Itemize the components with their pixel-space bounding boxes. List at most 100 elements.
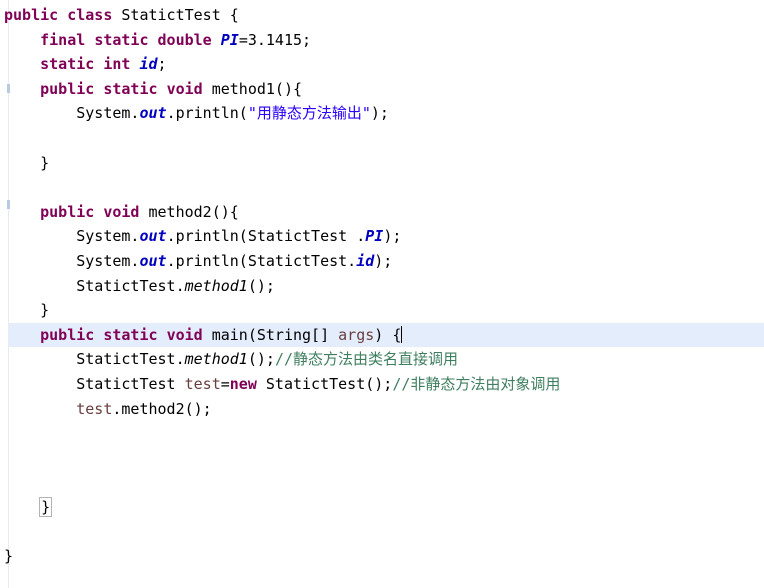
code-token: class bbox=[67, 6, 113, 24]
code-token: StatictTest bbox=[121, 6, 221, 24]
code-line[interactable]: System.out.println("用静态方法输出"); bbox=[0, 101, 764, 126]
code-line[interactable] bbox=[0, 175, 764, 200]
code-token: ); bbox=[370, 104, 389, 123]
code-token: .println(StatictTest. bbox=[166, 251, 357, 270]
code-token: 3.1415 bbox=[247, 30, 303, 49]
code-token: id bbox=[356, 251, 375, 270]
code-line[interactable]: final static double PI=3.1415; bbox=[0, 28, 764, 53]
code-token: } bbox=[4, 547, 14, 566]
code-token: .method2(); bbox=[112, 399, 212, 418]
code-token: StatictTest bbox=[76, 374, 185, 393]
code-editor[interactable]: public class StatictTest { final static … bbox=[0, 0, 764, 588]
code-token: System. bbox=[76, 227, 140, 246]
code-token: double bbox=[157, 30, 212, 49]
code-line[interactable] bbox=[0, 421, 764, 446]
code-line[interactable]: test.method2(); bbox=[0, 397, 764, 422]
code-line[interactable]: StatictTest.method1();//静态方法由类名直接调用 bbox=[0, 347, 764, 372]
code-token: method1 bbox=[184, 276, 248, 295]
code-token: ; bbox=[302, 30, 312, 49]
code-token: out bbox=[139, 227, 167, 246]
code-line[interactable]: } bbox=[0, 151, 764, 176]
code-token: public bbox=[4, 6, 59, 24]
code-token: ; bbox=[157, 55, 167, 74]
code-line[interactable]: public static void main(String[] args) { bbox=[0, 323, 764, 348]
bracket-match-highlight: } bbox=[39, 496, 53, 517]
code-token: void bbox=[103, 202, 140, 221]
code-token: .println(StatictTest . bbox=[166, 227, 366, 246]
code-line[interactable]: public static void method1(){ bbox=[0, 77, 764, 102]
code-token: public bbox=[40, 202, 95, 221]
code-token: void bbox=[166, 325, 203, 344]
code-token: PI bbox=[365, 227, 384, 246]
code-token: main(String[] bbox=[211, 325, 339, 344]
code-line[interactable] bbox=[0, 446, 764, 471]
code-token: = bbox=[220, 374, 230, 393]
code-token: ) { bbox=[374, 325, 402, 344]
code-token: new bbox=[229, 374, 257, 393]
code-line[interactable] bbox=[0, 126, 764, 151]
code-token: System. bbox=[76, 104, 140, 123]
code-token: test bbox=[76, 399, 113, 418]
code-line[interactable]: public void method2(){ bbox=[0, 200, 764, 225]
code-line[interactable]: StatictTest.method1(); bbox=[0, 274, 764, 299]
code-token: } bbox=[40, 153, 50, 172]
code-line[interactable]: System.out.println(StatictTest .PI); bbox=[0, 224, 764, 249]
code-token: (); bbox=[247, 350, 275, 369]
code-line[interactable]: System.out.println(StatictTest.id); bbox=[0, 249, 764, 274]
code-token: test bbox=[184, 374, 221, 393]
code-token: static bbox=[94, 30, 149, 49]
code-line[interactable]: } bbox=[0, 544, 764, 569]
code-token: void bbox=[166, 79, 203, 98]
code-token: public bbox=[40, 325, 95, 344]
code-token: id bbox=[139, 55, 158, 74]
code-token: StatictTest. bbox=[76, 350, 185, 369]
code-token: System. bbox=[76, 251, 140, 270]
code-token: public bbox=[40, 79, 95, 98]
code-token: = bbox=[238, 30, 248, 49]
code-line[interactable]: } bbox=[0, 298, 764, 323]
code-token: args bbox=[338, 325, 375, 344]
code-line[interactable]: StatictTest test=new StatictTest();//非静态… bbox=[0, 372, 764, 397]
code-token: ); bbox=[383, 227, 402, 246]
code-text-area[interactable]: public class StatictTest { final static … bbox=[0, 0, 764, 569]
code-token: .println( bbox=[166, 104, 248, 123]
code-token: //静态方法由类名直接调用 bbox=[274, 350, 459, 369]
code-line[interactable] bbox=[0, 470, 764, 495]
code-token: method1 bbox=[184, 350, 248, 369]
code-token: method1(){ bbox=[211, 79, 303, 98]
code-token: out bbox=[139, 251, 167, 270]
code-line[interactable] bbox=[0, 519, 764, 544]
code-token: } bbox=[40, 301, 50, 320]
code-token: StatictTest. bbox=[76, 276, 185, 295]
code-token: static bbox=[103, 325, 158, 344]
code-token: static bbox=[103, 79, 158, 98]
code-line[interactable]: static int id; bbox=[0, 52, 764, 77]
code-line[interactable]: } bbox=[0, 495, 764, 520]
code-token: StatictTest(); bbox=[256, 374, 393, 393]
code-line[interactable]: public class StatictTest { bbox=[0, 3, 764, 28]
